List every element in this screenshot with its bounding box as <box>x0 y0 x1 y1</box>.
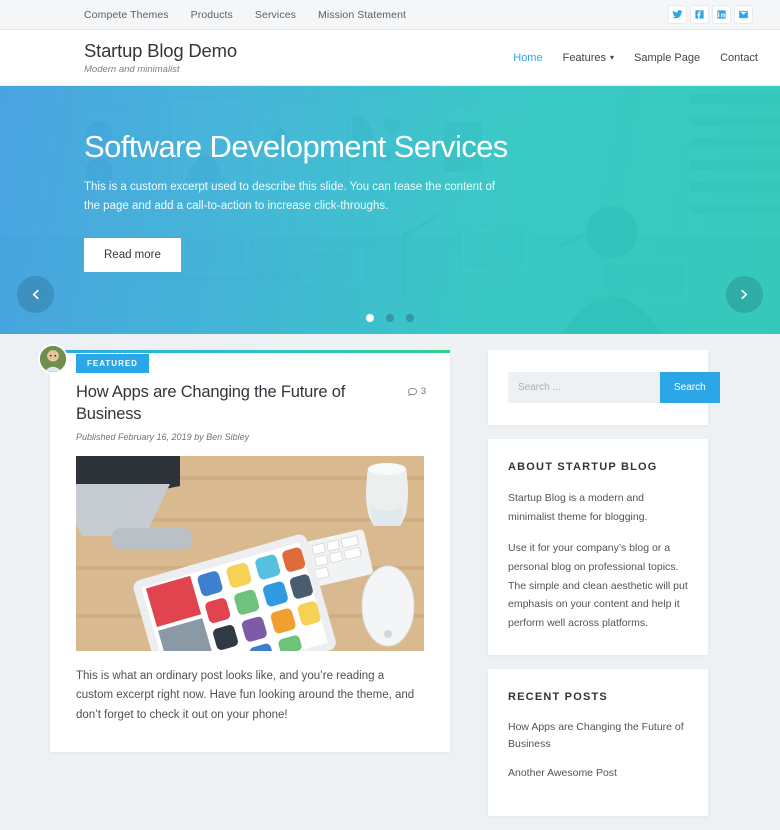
recent-post-link-2[interactable]: Another Awesome Post <box>508 765 688 782</box>
about-widget: ABOUT STARTUP BLOG Startup Blog is a mod… <box>488 439 708 655</box>
post-header: How Apps are Changing the Future of Busi… <box>50 373 450 442</box>
topbar-item-services[interactable]: Services <box>255 9 296 21</box>
comment-count[interactable]: 3 <box>407 382 426 442</box>
about-paragraph-1: Startup Blog is a modern and minimalist … <box>508 489 688 526</box>
author-avatar[interactable] <box>38 344 68 374</box>
post-title[interactable]: How Apps are Changing the Future of Busi… <box>76 382 407 426</box>
recent-posts-widget: RECENT POSTS How Apps are Changing the F… <box>488 669 708 816</box>
hero-title: Software Development Services <box>84 130 520 164</box>
nav-item-features-label: Features <box>563 52 606 64</box>
search-form: Search <box>508 372 688 403</box>
comment-bubble-icon <box>407 386 418 397</box>
hero-content: Software Development Services This is a … <box>0 86 520 272</box>
linkedin-link[interactable] <box>713 6 730 23</box>
read-more-button[interactable]: Read more <box>84 238 181 272</box>
email-link[interactable] <box>735 6 752 23</box>
twitter-link[interactable] <box>669 6 686 23</box>
email-icon <box>738 9 749 20</box>
list-item: How Apps are Changing the Future of Busi… <box>508 719 688 753</box>
nav-item-features[interactable]: Features ▾ <box>563 52 614 64</box>
page-body: FEATURED How Apps are Changing the Futur… <box>0 334 780 830</box>
site-title: Startup Blog Demo <box>84 40 237 61</box>
recent-posts-title: RECENT POSTS <box>508 691 688 703</box>
slider-dot-3[interactable] <box>406 314 414 322</box>
hero-slider: Software Development Services This is a … <box>0 86 780 334</box>
nav-item-sample-page[interactable]: Sample Page <box>634 52 700 64</box>
slider-dot-1[interactable] <box>366 314 374 322</box>
facebook-icon <box>694 9 705 20</box>
social-links <box>669 6 752 23</box>
about-paragraph-2: Use it for your company’s blog or a pers… <box>508 539 688 632</box>
topbar-item-products[interactable]: Products <box>191 9 233 21</box>
main-navigation: Home Features ▾ Sample Page Contact <box>513 52 758 64</box>
facebook-link[interactable] <box>691 6 708 23</box>
chevron-right-icon <box>738 288 751 301</box>
search-input[interactable] <box>508 372 660 403</box>
avatar-image <box>40 346 66 372</box>
recent-posts-list: How Apps are Changing the Future of Busi… <box>508 719 688 782</box>
recent-post-link-1[interactable]: How Apps are Changing the Future of Busi… <box>508 719 688 753</box>
slider-pagination <box>0 314 780 322</box>
main-content: FEATURED How Apps are Changing the Futur… <box>50 350 450 830</box>
site-header: Startup Blog Demo Modern and minimalist … <box>0 30 780 86</box>
chevron-down-icon: ▾ <box>610 54 614 62</box>
post-card: FEATURED How Apps are Changing the Futur… <box>50 350 450 752</box>
top-bar: Compete Themes Products Services Mission… <box>0 0 780 30</box>
post-excerpt: This is what an ordinary post looks like… <box>50 651 450 752</box>
about-widget-title: ABOUT STARTUP BLOG <box>508 461 688 473</box>
slider-prev-button[interactable] <box>17 276 54 313</box>
slider-dot-2[interactable] <box>386 314 394 322</box>
featured-badge: FEATURED <box>76 354 149 373</box>
nav-item-contact[interactable]: Contact <box>720 52 758 64</box>
slider-next-button[interactable] <box>726 276 763 313</box>
nav-item-home[interactable]: Home <box>513 52 542 64</box>
desk-photo <box>76 456 424 651</box>
search-button[interactable]: Search <box>660 372 720 403</box>
site-branding[interactable]: Startup Blog Demo Modern and minimalist <box>84 40 237 74</box>
list-item: Another Awesome Post <box>508 765 688 782</box>
sidebar: Search ABOUT STARTUP BLOG Startup Blog i… <box>488 350 708 830</box>
post-meta: Published February 16, 2019 by Ben Sible… <box>76 432 407 442</box>
topbar-item-compete-themes[interactable]: Compete Themes <box>84 9 169 21</box>
post-headings: How Apps are Changing the Future of Busi… <box>50 382 407 442</box>
comment-count-value: 3 <box>421 386 426 397</box>
card-accent-line <box>50 350 450 353</box>
post-featured-image[interactable] <box>76 456 424 651</box>
site-description: Modern and minimalist <box>84 64 237 75</box>
twitter-icon <box>672 9 683 20</box>
topbar-item-mission-statement[interactable]: Mission Statement <box>318 9 406 21</box>
top-bar-menu: Compete Themes Products Services Mission… <box>84 9 406 21</box>
chevron-left-icon <box>29 288 42 301</box>
search-widget: Search <box>488 350 708 425</box>
hero-description: This is a custom excerpt used to describ… <box>84 178 504 216</box>
linkedin-icon <box>716 9 727 20</box>
